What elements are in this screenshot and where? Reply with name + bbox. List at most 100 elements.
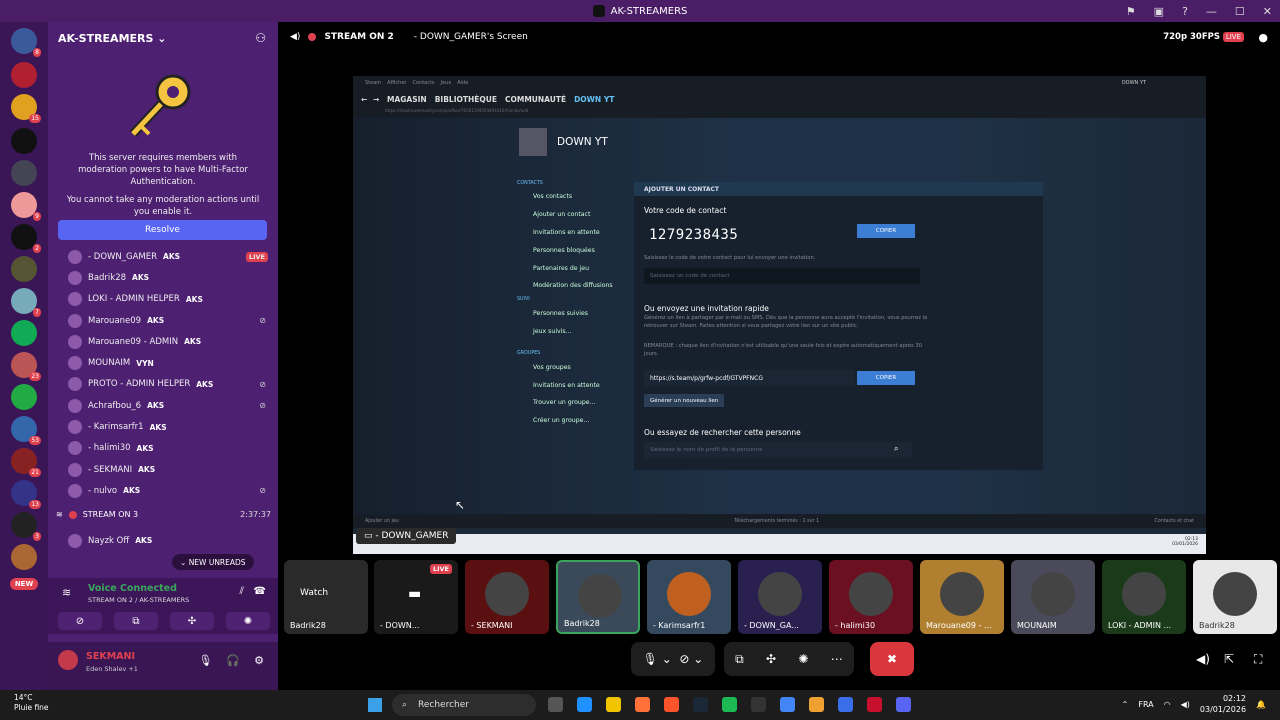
server-icon[interactable]: 8 [11,28,41,57]
nav-profile[interactable]: DOWN YT [574,95,614,104]
server-icon[interactable] [11,62,37,88]
menu-item[interactable]: Modération des diffusions [517,277,627,295]
file-explorer-icon[interactable] [606,697,621,712]
menu-item[interactable]: Invitations en attente [517,224,627,242]
server-header[interactable]: AK-STREAMERS ⌄ ⚇ [48,22,278,54]
app-icon[interactable] [751,697,766,712]
soundboard-button[interactable]: ✺ [226,612,270,630]
back-icon[interactable]: ← [361,95,367,104]
member-row[interactable]: Marouane09 - ADMIN AKS [68,331,276,352]
server-icon[interactable] [11,160,37,186]
inbox-icon[interactable]: ▣ [1154,5,1164,18]
user-name[interactable]: SEKMANI [86,651,135,662]
member-row[interactable]: MOUNAIM VYN [68,352,276,373]
voice-channel-stream3[interactable]: ≋ STREAM ON 3 2:37:37 [56,510,271,519]
menu-item[interactable]: Contacts [412,80,434,86]
avatar[interactable] [519,128,547,156]
notifications-icon[interactable]: 🔔 [1256,700,1266,709]
participant-tile[interactable]: LIVE ▬ - DOWN... [374,560,458,634]
taskbar-search[interactable]: ⌕ Rechercher [392,694,536,716]
contact-code-input[interactable]: Saisissez un code de contact [644,268,920,284]
server-icon[interactable]: 21 [11,448,41,477]
soundboard-icon[interactable]: ✺ [798,652,808,666]
menu-item[interactable]: Vos groupes [517,358,627,376]
screen-share-icon[interactable]: ⧉ [735,652,744,667]
watch-button[interactable]: Watch [300,588,328,598]
member-row[interactable]: - Karimsarfr1 AKS [68,416,276,437]
search-icon[interactable]: ⌕ [894,444,898,454]
copy-link-button[interactable]: COPIER [857,371,915,385]
menu-item[interactable]: Personnes bloquées [517,241,627,259]
clock[interactable]: 02:12 03/01/2026 [1200,693,1246,715]
server-icon[interactable]: 7 [11,288,41,317]
server-icon[interactable]: 23 [11,352,41,381]
server-icon[interactable]: 2 [11,224,41,253]
member-row[interactable]: Badrik28 AKS [68,267,276,288]
app-icon[interactable] [867,697,882,712]
profile-search-input[interactable]: Saisissez le nom de profil de la personn… [644,442,912,458]
voice-channel-path[interactable]: STREAM ON 2 / AK-STREAMERS [88,596,189,604]
microphone-button[interactable]: 🎙 ⌄ ⊘ ⌄ [631,642,715,676]
member-row[interactable]: LOKI - ADMIN HELPER AKS [68,289,276,310]
app-icon[interactable] [809,697,824,712]
server-icon[interactable] [11,384,37,410]
weather-widget[interactable]: 14°C Pluie fine [14,693,49,713]
menu-item[interactable]: Jeux [441,80,452,86]
participant-tile[interactable]: Badrik28 [1193,560,1277,634]
more-icon[interactable]: ⋯ [831,652,843,666]
task-view-icon[interactable] [548,697,563,712]
member-row[interactable]: - nulvo AKS ⊘ [68,480,276,501]
menu-item[interactable]: Personnes suivies [517,305,627,323]
member-row[interactable]: Nayzk Off AKS [68,530,268,551]
server-icon[interactable] [11,544,37,570]
chrome-icon[interactable] [780,697,795,712]
app-icon[interactable] [838,697,853,712]
server-icon[interactable]: 53 [11,416,41,445]
menu-item[interactable]: Aide [457,80,468,86]
menu-item[interactable]: Ajouter un contact [517,206,627,224]
participant-tile[interactable]: - DOWN_GA... [738,560,822,634]
add-user-icon[interactable]: ⚇ [255,31,266,45]
nav-community[interactable]: COMMUNAUTÉ [505,95,566,104]
activities-button[interactable]: ✣ [170,612,214,630]
new-pill[interactable]: NEW [10,578,38,590]
help-icon[interactable]: ? [1182,5,1188,18]
nav-store[interactable]: MAGASIN [387,95,427,104]
participant-tile[interactable]: MOUNAIM [1011,560,1095,634]
add-game-link[interactable]: Ajouter un jeu [365,519,399,524]
flag-icon[interactable]: ⚑ [1126,5,1136,18]
participant-tile[interactable]: - SEKMANI [465,560,549,634]
chat-bubble-icon[interactable]: ● [1258,31,1268,44]
menu-item[interactable]: Afficher [387,80,406,86]
menu-item[interactable]: Invitations en attente [517,376,627,394]
disconnect-icon[interactable]: ☎ [254,586,266,597]
participant-tile[interactable]: Badrik28 [556,560,640,634]
participant-tile[interactable]: - halimi30 [829,560,913,634]
menu-item[interactable]: Steam [365,80,381,86]
generate-link-button[interactable]: Générer un nouveau lien [644,394,725,407]
participant-tile[interactable]: Marouane09 - ... [920,560,1004,634]
member-row[interactable]: - DOWN_GAMER AKS LIVE [68,246,276,267]
participant-tile[interactable]: - Karimsarfr1 [647,560,731,634]
forward-icon[interactable]: → [373,95,379,104]
member-row[interactable]: - halimi30 AKS [68,438,276,459]
chevron-up-icon[interactable]: ⌃ [1122,700,1129,709]
participant-tile[interactable]: Watch Badrik28 [284,560,368,634]
screen-share-button[interactable]: ⧉ [114,612,158,630]
firefox-icon[interactable] [635,697,650,712]
headphones-icon[interactable]: 🎧 [226,654,240,667]
download-status[interactable]: Téléchargements terminés : 1 sur 1 [734,519,819,524]
wifi-icon[interactable]: ◠ [1164,700,1171,709]
activities-icon[interactable]: ✣ [766,652,776,666]
settings-gear-icon[interactable]: ⚙ [254,654,264,667]
volume-icon[interactable]: ◀) [1181,700,1190,709]
server-icon[interactable]: 13 [11,480,41,509]
microphone-icon[interactable]: 🎙 [198,654,212,667]
discord-icon[interactable] [896,697,911,712]
server-icon[interactable]: 3 [11,512,41,541]
edge-icon[interactable] [577,697,592,712]
menu-item[interactable]: Partenaires de jeu [517,259,627,277]
menu-item[interactable]: Trouver un groupe... [517,394,627,412]
member-row[interactable]: - SEKMANI AKS [68,459,276,480]
close-icon[interactable]: ✕ [1263,5,1272,18]
